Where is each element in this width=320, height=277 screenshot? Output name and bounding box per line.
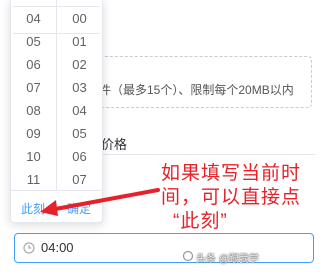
annotation-arrow [40, 188, 160, 216]
watermark: 头条 @跟我学 [196, 254, 259, 265]
upload-tip: 件（最多15个）、限制每个20MB以内 [99, 83, 294, 97]
clock-icon [23, 242, 35, 254]
time-input-value: 04:00 [41, 240, 74, 255]
watermark-logo-icon [182, 250, 194, 262]
time-picker-columns: 04 05 06 07 08 09 10 11 00 01 02 03 04 0… [11, 0, 102, 190]
time-input[interactable]: 04:00 [14, 233, 314, 263]
annotation-line: 间，可以直接点 [161, 187, 302, 208]
annotation-line: “此刻” [173, 211, 228, 232]
annotation-line: 如果填写当前时 [161, 163, 302, 184]
price-label: 价格 [101, 137, 128, 152]
divider [66, 154, 316, 155]
selection-highlight [13, 6, 100, 34]
annotation-text: 如果填写当前时 间，可以直接点 “此刻” [161, 162, 316, 234]
